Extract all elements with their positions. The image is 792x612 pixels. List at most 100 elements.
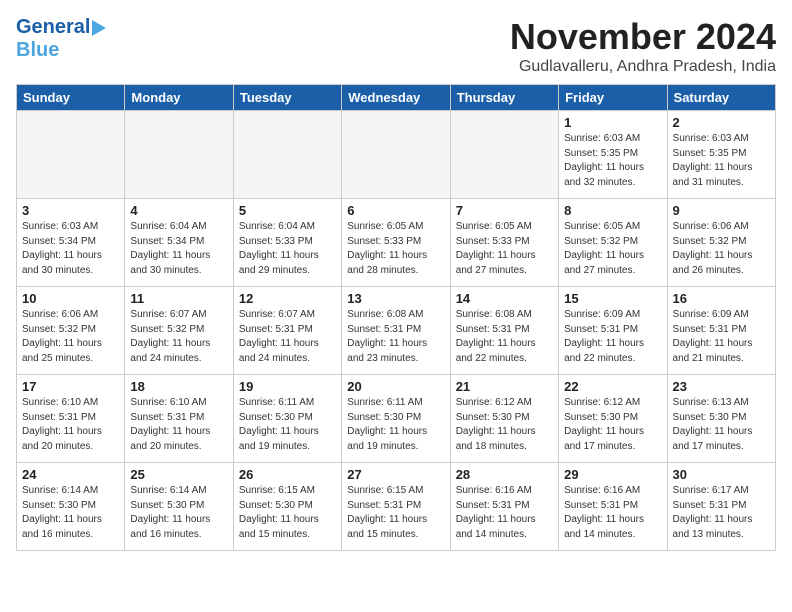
day-number: 5: [239, 203, 336, 218]
day-number: 8: [564, 203, 661, 218]
day-info: Sunrise: 6:10 AMSunset: 5:31 PMDaylight:…: [130, 396, 227, 454]
day-info: Sunrise: 6:07 AMSunset: 5:31 PMDaylight:…: [239, 308, 336, 366]
calendar-day-cell: 21 Sunrise: 6:12 AMSunset: 5:30 PMDayligh…: [450, 375, 558, 463]
day-info: Sunrise: 6:09 AMSunset: 5:31 PMDaylight:…: [673, 308, 770, 366]
day-number: 16: [673, 291, 770, 306]
day-number: 12: [239, 291, 336, 306]
logo-arrow-icon: [92, 20, 106, 36]
day-info: Sunrise: 6:06 AMSunset: 5:32 PMDaylight:…: [22, 308, 119, 366]
weekday-header-saturday: Saturday: [667, 85, 775, 111]
location-title: Gudlavalleru, Andhra Pradesh, India: [510, 58, 776, 76]
day-info: Sunrise: 6:15 AMSunset: 5:31 PMDaylight:…: [347, 484, 444, 542]
day-info: Sunrise: 6:11 AMSunset: 5:30 PMDaylight:…: [239, 396, 336, 454]
calendar-day-cell: 7 Sunrise: 6:05 AMSunset: 5:33 PMDaylight…: [450, 199, 558, 287]
calendar-day-cell: 12 Sunrise: 6:07 AMSunset: 5:31 PMDayligh…: [233, 287, 341, 375]
day-info: Sunrise: 6:14 AMSunset: 5:30 PMDaylight:…: [130, 484, 227, 542]
calendar-day-cell: 23Sunrise: 6:13 AMSunset: 5:30 PMDayligh…: [667, 375, 775, 463]
title-block: November 2024 Gudlavalleru, Andhra Prade…: [510, 16, 776, 76]
calendar-week-row: 17 Sunrise: 6:10 AMSunset: 5:31 PMDayligh…: [17, 375, 776, 463]
calendar-day-cell: 17 Sunrise: 6:10 AMSunset: 5:31 PMDayligh…: [17, 375, 125, 463]
calendar-day-cell: 11Sunrise: 6:07 AMSunset: 5:32 PMDayligh…: [125, 287, 233, 375]
day-number: 20: [347, 379, 444, 394]
day-number: 14: [456, 291, 553, 306]
day-number: 27: [347, 467, 444, 482]
day-info: Sunrise: 6:12 AMSunset: 5:30 PMDaylight:…: [564, 396, 661, 454]
day-info: Sunrise: 6:03 AMSunset: 5:35 PMDaylight:…: [673, 132, 770, 190]
day-number: 29: [564, 467, 661, 482]
day-info: Sunrise: 6:06 AMSunset: 5:32 PMDaylight:…: [673, 220, 770, 278]
day-info: Sunrise: 6:05 AMSunset: 5:33 PMDaylight:…: [347, 220, 444, 278]
calendar-day-cell: [450, 111, 558, 199]
day-number: 7: [456, 203, 553, 218]
calendar-day-cell: 6 Sunrise: 6:05 AMSunset: 5:33 PMDaylight…: [342, 199, 450, 287]
calendar-week-row: 3 Sunrise: 6:03 AMSunset: 5:34 PMDaylight…: [17, 199, 776, 287]
calendar-day-cell: 30 Sunrise: 6:17 AMSunset: 5:31 PMDayligh…: [667, 463, 775, 551]
calendar-day-cell: 2 Sunrise: 6:03 AMSunset: 5:35 PMDaylight…: [667, 111, 775, 199]
calendar-day-cell: 19Sunrise: 6:11 AMSunset: 5:30 PMDayligh…: [233, 375, 341, 463]
calendar-day-cell: 5 Sunrise: 6:04 AMSunset: 5:33 PMDaylight…: [233, 199, 341, 287]
day-info: Sunrise: 6:16 AMSunset: 5:31 PMDaylight:…: [564, 484, 661, 542]
calendar-day-cell: 20Sunrise: 6:11 AMSunset: 5:30 PMDayligh…: [342, 375, 450, 463]
weekday-header-sunday: Sunday: [17, 85, 125, 111]
calendar-day-cell: 4Sunrise: 6:04 AMSunset: 5:34 PMDaylight…: [125, 199, 233, 287]
day-info: Sunrise: 6:07 AMSunset: 5:32 PMDaylight:…: [130, 308, 227, 366]
calendar-day-cell: 22 Sunrise: 6:12 AMSunset: 5:30 PMDayligh…: [559, 375, 667, 463]
day-number: 1: [564, 115, 661, 130]
calendar-day-cell: 16 Sunrise: 6:09 AMSunset: 5:31 PMDayligh…: [667, 287, 775, 375]
calendar-day-cell: 18 Sunrise: 6:10 AMSunset: 5:31 PMDayligh…: [125, 375, 233, 463]
day-number: 2: [673, 115, 770, 130]
day-info: Sunrise: 6:05 AMSunset: 5:32 PMDaylight:…: [564, 220, 661, 278]
day-number: 13: [347, 291, 444, 306]
calendar-week-row: 10Sunrise: 6:06 AMSunset: 5:32 PMDayligh…: [17, 287, 776, 375]
calendar-day-cell: 14Sunrise: 6:08 AMSunset: 5:31 PMDayligh…: [450, 287, 558, 375]
day-info: Sunrise: 6:09 AMSunset: 5:31 PMDaylight:…: [564, 308, 661, 366]
calendar-week-row: 1 Sunrise: 6:03 AMSunset: 5:35 PMDaylight…: [17, 111, 776, 199]
day-number: 26: [239, 467, 336, 482]
day-number: 17: [22, 379, 119, 394]
day-number: 21: [456, 379, 553, 394]
calendar-day-cell: 10Sunrise: 6:06 AMSunset: 5:32 PMDayligh…: [17, 287, 125, 375]
calendar-day-cell: 25 Sunrise: 6:14 AMSunset: 5:30 PMDayligh…: [125, 463, 233, 551]
day-number: 22: [564, 379, 661, 394]
calendar-day-cell: 29 Sunrise: 6:16 AMSunset: 5:31 PMDayligh…: [559, 463, 667, 551]
day-info: Sunrise: 6:15 AMSunset: 5:30 PMDaylight:…: [239, 484, 336, 542]
weekday-header-thursday: Thursday: [450, 85, 558, 111]
day-info: Sunrise: 6:08 AMSunset: 5:31 PMDaylight:…: [347, 308, 444, 366]
day-number: 15: [564, 291, 661, 306]
calendar-day-cell: 26 Sunrise: 6:15 AMSunset: 5:30 PMDayligh…: [233, 463, 341, 551]
logo: General Blue: [16, 16, 106, 62]
logo-general: General: [16, 16, 90, 39]
calendar-day-cell: 27 Sunrise: 6:15 AMSunset: 5:31 PMDayligh…: [342, 463, 450, 551]
day-number: 9: [673, 203, 770, 218]
day-info: Sunrise: 6:17 AMSunset: 5:31 PMDaylight:…: [673, 484, 770, 542]
weekday-header-friday: Friday: [559, 85, 667, 111]
calendar-day-cell: 8 Sunrise: 6:05 AMSunset: 5:32 PMDaylight…: [559, 199, 667, 287]
day-info: Sunrise: 6:05 AMSunset: 5:33 PMDaylight:…: [456, 220, 553, 278]
day-info: Sunrise: 6:12 AMSunset: 5:30 PMDaylight:…: [456, 396, 553, 454]
calendar-day-cell: [125, 111, 233, 199]
calendar-day-cell: [342, 111, 450, 199]
calendar-week-row: 24 Sunrise: 6:14 AMSunset: 5:30 PMDayligh…: [17, 463, 776, 551]
day-number: 18: [130, 379, 227, 394]
calendar-day-cell: 13 Sunrise: 6:08 AMSunset: 5:31 PMDayligh…: [342, 287, 450, 375]
day-number: 28: [456, 467, 553, 482]
weekday-header-tuesday: Tuesday: [233, 85, 341, 111]
calendar-day-cell: 28Sunrise: 6:16 AMSunset: 5:31 PMDayligh…: [450, 463, 558, 551]
day-info: Sunrise: 6:14 AMSunset: 5:30 PMDaylight:…: [22, 484, 119, 542]
calendar-day-cell: 24 Sunrise: 6:14 AMSunset: 5:30 PMDayligh…: [17, 463, 125, 551]
month-title: November 2024: [510, 16, 776, 58]
day-info: Sunrise: 6:13 AMSunset: 5:30 PMDaylight:…: [673, 396, 770, 454]
day-info: Sunrise: 6:03 AMSunset: 5:34 PMDaylight:…: [22, 220, 119, 278]
day-number: 25: [130, 467, 227, 482]
day-number: 4: [130, 203, 227, 218]
day-info: Sunrise: 6:10 AMSunset: 5:31 PMDaylight:…: [22, 396, 119, 454]
day-info: Sunrise: 6:03 AMSunset: 5:35 PMDaylight:…: [564, 132, 661, 190]
calendar-day-cell: 15 Sunrise: 6:09 AMSunset: 5:31 PMDayligh…: [559, 287, 667, 375]
day-number: 30: [673, 467, 770, 482]
day-number: 6: [347, 203, 444, 218]
day-number: 24: [22, 467, 119, 482]
calendar-day-cell: 3 Sunrise: 6:03 AMSunset: 5:34 PMDaylight…: [17, 199, 125, 287]
day-info: Sunrise: 6:04 AMSunset: 5:33 PMDaylight:…: [239, 220, 336, 278]
calendar-day-cell: 9 Sunrise: 6:06 AMSunset: 5:32 PMDaylight…: [667, 199, 775, 287]
day-number: 3: [22, 203, 119, 218]
